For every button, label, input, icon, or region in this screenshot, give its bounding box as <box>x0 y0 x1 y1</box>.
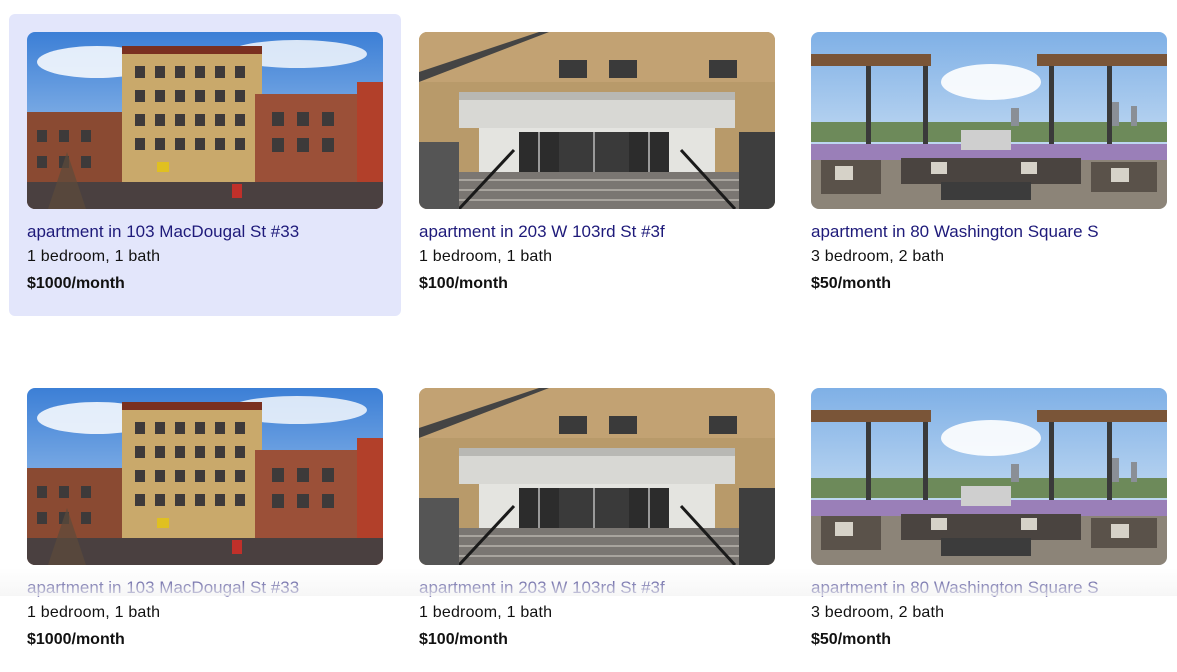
listing-details: 1 bedroom, 1 bath <box>27 604 161 621</box>
listing-photo-rooftop-terrace[interactable] <box>811 388 1167 565</box>
listing-card[interactable]: apartment in 80 Washington Square S 3 be… <box>793 14 1177 316</box>
listing-title[interactable]: apartment in 80 Washington Square S <box>811 222 1099 242</box>
listing-price: $50/month <box>811 631 892 648</box>
listing-title[interactable]: apartment in 203 W 103rd St #3f <box>419 578 665 598</box>
listing-details: 1 bedroom, 1 bath <box>419 604 553 621</box>
listing-price: $50/month <box>811 275 892 292</box>
listing-card[interactable]: apartment in 103 MacDougal St #33 1 bedr… <box>9 14 401 316</box>
listing-price: $1000/month <box>27 631 125 648</box>
listing-photo-building-entrance[interactable] <box>419 32 775 209</box>
listing-photo-brick-building[interactable] <box>27 32 383 209</box>
listing-details: 3 bedroom, 2 bath <box>811 248 945 265</box>
listing-details: 3 bedroom, 2 bath <box>811 604 945 621</box>
listing-card[interactable]: apartment in 203 W 103rd St #3f 1 bedroo… <box>401 14 793 316</box>
listing-title[interactable]: apartment in 203 W 103rd St #3f <box>419 222 665 242</box>
listing-price: $100/month <box>419 275 508 292</box>
listing-price: $100/month <box>419 631 508 648</box>
listing-price: $1000/month <box>27 275 125 292</box>
listing-title[interactable]: apartment in 80 Washington Square S <box>811 578 1099 598</box>
listing-photo-brick-building[interactable] <box>27 388 383 565</box>
listing-title[interactable]: apartment in 103 MacDougal St #33 <box>27 222 299 242</box>
listing-card[interactable]: apartment in 80 Washington Square S 3 be… <box>793 370 1177 672</box>
listing-details: 1 bedroom, 1 bath <box>419 248 553 265</box>
listings-grid: apartment in 103 MacDougal St #33 1 bedr… <box>0 0 1177 648</box>
listing-photo-building-entrance[interactable] <box>419 388 775 565</box>
listing-photo-rooftop-terrace[interactable] <box>811 32 1167 209</box>
listing-card[interactable]: apartment in 103 MacDougal St #33 1 bedr… <box>9 370 401 672</box>
listing-title[interactable]: apartment in 103 MacDougal St #33 <box>27 578 299 598</box>
listing-details: 1 bedroom, 1 bath <box>27 248 161 265</box>
listing-card[interactable]: apartment in 203 W 103rd St #3f 1 bedroo… <box>401 370 793 672</box>
